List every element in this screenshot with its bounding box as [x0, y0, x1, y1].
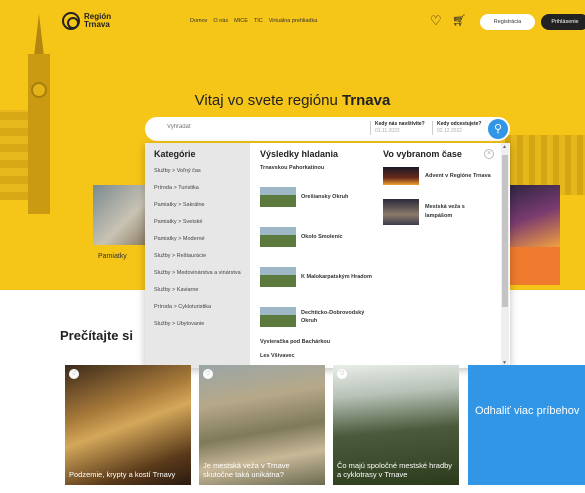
- results-title: Výsledky hladania: [260, 149, 339, 159]
- heart-icon[interactable]: ♡: [203, 369, 213, 379]
- time-title: Vo vybranom čase: [383, 149, 462, 159]
- categories-column: Kategórie Služby > Voľný čas Príroda > T…: [145, 143, 250, 368]
- heart-icon[interactable]: ♡: [69, 369, 79, 379]
- cart-icon[interactable]: 🛒︎: [452, 14, 466, 28]
- nav-item-virtual-tour[interactable]: Virtuálna prehliadka: [269, 18, 318, 24]
- category-item[interactable]: Pamiatky > Sakrálne: [154, 201, 250, 209]
- nav-item-domov[interactable]: Domov: [190, 18, 207, 24]
- register-button[interactable]: Registrácia: [480, 14, 535, 30]
- result-item[interactable]: Orešiansky Okruh: [260, 179, 378, 215]
- time-column: Vo vybranom čase Advent v Regióne Trnava…: [383, 149, 493, 364]
- category-item[interactable]: Pamiatky > Svetské: [154, 218, 250, 226]
- heart-icon[interactable]: ♡: [430, 14, 444, 28]
- search-button[interactable]: ⚲: [488, 119, 508, 139]
- visit-date-label: Kedy nás navštívite?: [375, 121, 425, 127]
- logo-text-line2: Trnava: [84, 20, 110, 29]
- nav-item-o-nas[interactable]: O nás: [213, 18, 228, 24]
- result-thumbnail: [260, 187, 296, 207]
- category-card-right[interactable]: [505, 185, 560, 285]
- visit-date-field[interactable]: Kedy nás navštívite? 01.11.2022: [370, 121, 425, 135]
- main-nav: Domov O nás MICE TIC Virtuálna prehliadk…: [190, 18, 317, 24]
- result-item-text[interactable]: Les Všivavec: [260, 353, 378, 359]
- hero-heading: Vitaj vo svete regiónu Trnava: [0, 92, 585, 109]
- result-thumbnail: [260, 227, 296, 247]
- visit-date-value: 01.11.2022: [375, 128, 400, 134]
- category-item[interactable]: Služby > Reštaurácie: [154, 252, 250, 260]
- search-icon: ⚲: [493, 123, 503, 135]
- category-item[interactable]: Príroda > Cykloturistika: [154, 303, 250, 311]
- time-item[interactable]: Advent v Regióne Trnava: [383, 167, 493, 185]
- category-card-pamiatky[interactable]: Pamiatky: [93, 185, 148, 285]
- category-item[interactable]: Príroda > Turistika: [154, 184, 250, 192]
- time-thumbnail: [383, 167, 419, 185]
- result-item-text[interactable]: Vyvieračka pod Bachárkou: [260, 339, 378, 345]
- result-name: Orešiansky Okruh: [301, 194, 349, 200]
- stories-title: Prečítajte si: [60, 328, 133, 343]
- story-caption: Podzemie, krypty a kostí Trnavy: [69, 470, 176, 479]
- scrollbar-thumb[interactable]: [502, 155, 508, 307]
- nav-item-mice[interactable]: MICE: [234, 18, 248, 24]
- nav-item-tic[interactable]: TIC: [254, 18, 263, 24]
- hero-heading-bold: Trnava: [341, 92, 391, 109]
- time-item-name: Mestská veža s lampášom: [425, 204, 465, 219]
- login-button[interactable]: Prihlásenie: [541, 14, 585, 30]
- result-item[interactable]: K Malokarpatským Hradom: [260, 259, 378, 295]
- result-item[interactable]: Okolo Smoleníc: [260, 219, 378, 255]
- search-input[interactable]: [167, 124, 317, 130]
- time-thumbnail: [383, 199, 419, 225]
- results-column: Výsledky hladania Trnavskou Pahorkatinou…: [260, 149, 378, 364]
- leave-date-label: Kedy odcestujete?: [437, 121, 482, 127]
- result-name: Dechticko-Dobrovodský Okruh: [301, 310, 365, 324]
- card-image: [505, 185, 560, 247]
- leave-date-value: 02.12.2022: [437, 128, 463, 134]
- category-item[interactable]: Pamiatky > Moderné: [154, 235, 250, 243]
- result-item[interactable]: Dechticko-Dobrovodský Okruh: [260, 299, 378, 335]
- story-card[interactable]: ♡ Je mestská veža v Trnave skutočne taká…: [199, 365, 325, 485]
- time-item[interactable]: Mestská veža s lampášom: [383, 199, 493, 225]
- result-name: K Malokarpatským Hradom: [301, 274, 372, 280]
- category-item[interactable]: Služby > Ubytovanie: [154, 320, 250, 328]
- categories-title: Kategórie: [154, 149, 196, 159]
- story-caption: Čo majú spoločné mestské hradby a cyklot…: [337, 461, 453, 479]
- site-logo[interactable]: Región Trnava: [62, 12, 111, 30]
- heart-icon[interactable]: ♡: [337, 369, 347, 379]
- search-results-dropdown: Kategórie Služby > Voľný čas Príroda > T…: [145, 143, 510, 368]
- result-thumbnail: [260, 307, 296, 327]
- category-item[interactable]: Služby > Voľný čas: [154, 167, 250, 175]
- leave-date-field[interactable]: Kedy odcestujete? 02.12.2022: [432, 121, 481, 135]
- result-thumbnail: [260, 267, 296, 287]
- scroll-up-icon[interactable]: ▲: [502, 144, 507, 150]
- result-name: Okolo Smoleníc: [301, 234, 343, 240]
- hero-tower-illustration: [18, 14, 60, 214]
- results-subtitle[interactable]: Trnavskou Pahorkatinou: [260, 165, 378, 171]
- story-card[interactable]: ♡ Podzemie, krypty a kostí Trnavy: [65, 365, 191, 485]
- search-bar: Kedy nás navštívite? 01.11.2022 Kedy odc…: [145, 117, 510, 141]
- category-item[interactable]: Služby > Medovinárstva a vinárstva: [154, 269, 250, 277]
- card-label: Pamiatky: [98, 253, 127, 260]
- site-header: Región Trnava Domov O nás MICE TIC Virtu…: [0, 0, 585, 42]
- close-icon[interactable]: ×: [484, 149, 494, 159]
- category-item[interactable]: Služby > Kaviarne: [154, 286, 250, 294]
- more-stories-button[interactable]: Odhaliť viac príbehov: [468, 365, 585, 485]
- story-card[interactable]: ♡ Čo majú spoločné mestské hradby a cykl…: [333, 365, 459, 485]
- logo-icon: [62, 12, 80, 30]
- card-image: [93, 185, 148, 245]
- hero-heading-prefix: Vitaj vo svete regiónu: [194, 92, 338, 109]
- time-item-name: Advent v Regióne Trnava: [425, 172, 491, 179]
- story-caption: Je mestská veža v Trnave skutočne taká u…: [203, 461, 290, 479]
